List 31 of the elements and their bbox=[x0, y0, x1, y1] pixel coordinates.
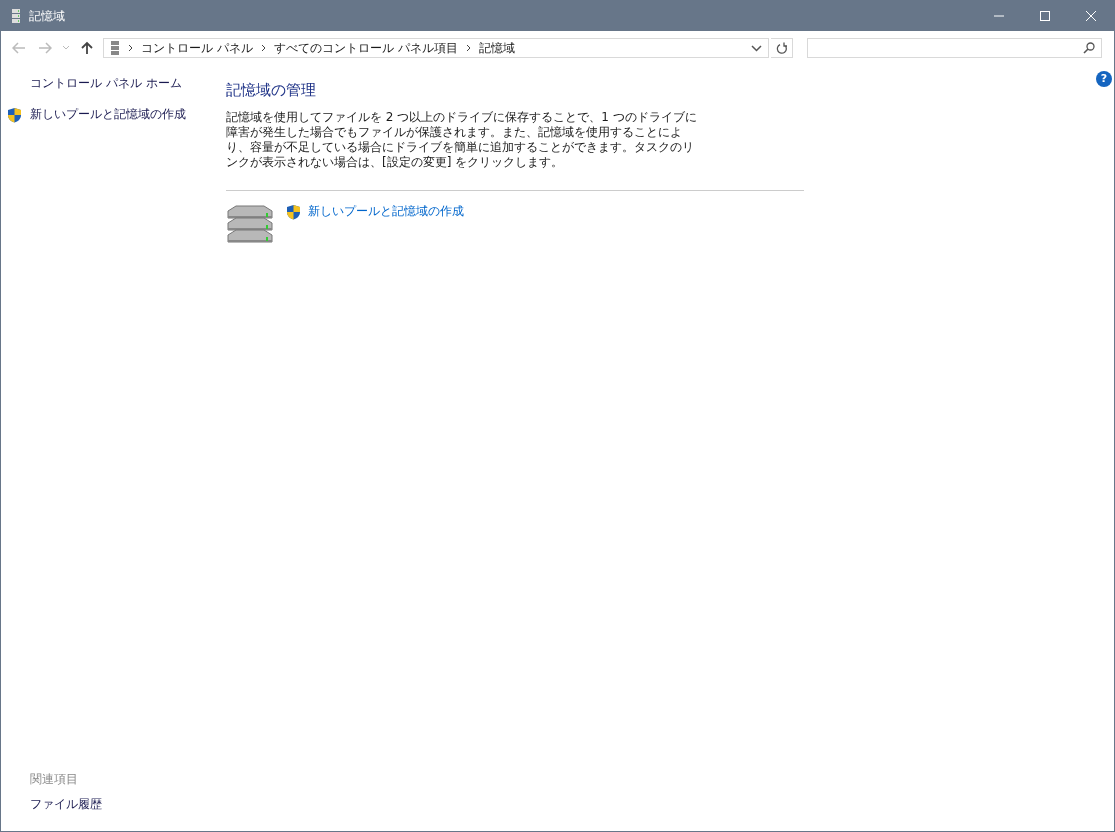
search-field[interactable] bbox=[807, 38, 1102, 58]
chevron-icon bbox=[465, 44, 471, 52]
forward-arrow-icon bbox=[38, 42, 52, 54]
storage-icon bbox=[110, 40, 120, 56]
window-title: 記憶域 bbox=[29, 7, 65, 25]
related-heading: 関連項目 bbox=[30, 771, 79, 788]
related-link[interactable]: ファイル履歴 bbox=[30, 796, 201, 813]
shield-icon bbox=[7, 106, 22, 123]
address-bar[interactable]: コントロール パネル すべてのコントロール パネル項目 記憶域 bbox=[103, 38, 769, 58]
sidebar-link[interactable]: コントロール パネル ホーム bbox=[7, 75, 201, 92]
description-text: 記憶域を使用してファイルを 2 つ以上のドライブに保存することで、1 つのドライブに障害が発生した場合でもファイルが保護されます。また、記憶域を使用することにより、容量が不足している場合にドライブを簡単に追加することができます。タスクのリンクが表示されない場合は、[設定の変更] をクリックします。 bbox=[226, 110, 698, 170]
refresh-icon bbox=[775, 41, 788, 55]
breadcrumb[interactable]: すべてのコントロール パネル項目 bbox=[273, 39, 458, 57]
storage-icon bbox=[11, 8, 21, 24]
breadcrumb[interactable]: コントロール パネル bbox=[141, 39, 253, 57]
refresh-button[interactable] bbox=[771, 38, 793, 58]
shield-icon bbox=[286, 203, 301, 220]
sidebar-link[interactable]: 新しいプールと記憶域の作成 bbox=[7, 106, 201, 123]
back-arrow-icon bbox=[12, 42, 26, 54]
search-icon bbox=[1083, 42, 1095, 54]
breadcrumb[interactable]: 記憶域 bbox=[478, 39, 515, 57]
chevron-icon bbox=[260, 44, 266, 52]
up-arrow-icon bbox=[81, 41, 93, 55]
chevron-icon bbox=[128, 44, 133, 52]
dropdown-icon[interactable] bbox=[751, 44, 762, 52]
page-heading: 記憶域の管理 bbox=[226, 81, 317, 100]
task-link[interactable]: 新しいプールと記憶域の作成 bbox=[286, 203, 464, 220]
chevron-down-icon bbox=[62, 45, 70, 51]
help-button[interactable]: ? bbox=[1096, 71, 1112, 87]
maximize-icon bbox=[1039, 10, 1051, 22]
close-icon bbox=[1085, 10, 1097, 22]
